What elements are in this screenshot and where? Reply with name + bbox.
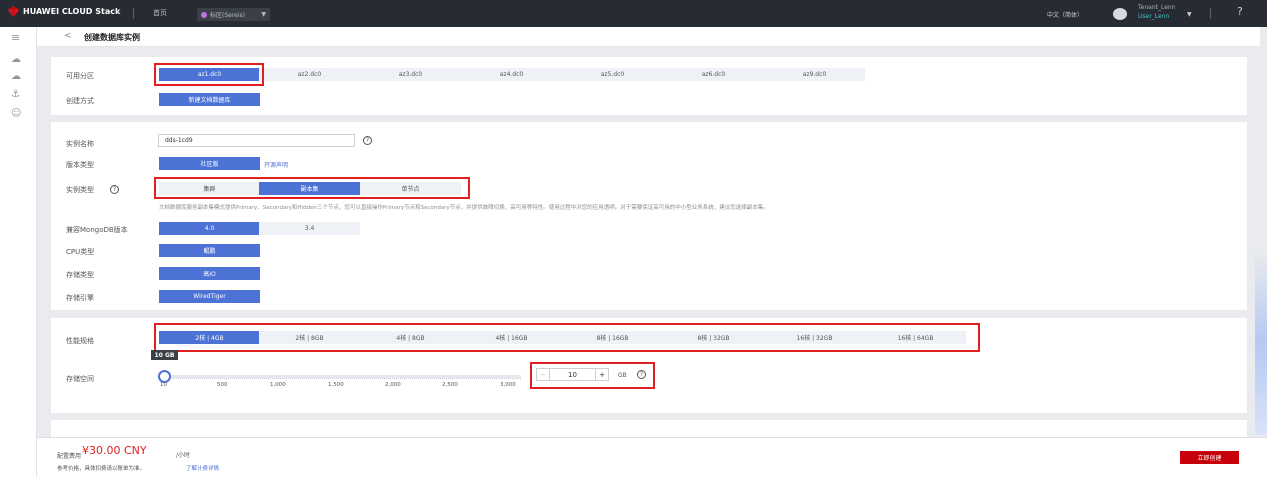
storage-label: 存储空间 xyxy=(66,375,94,383)
storage-tooltip: 10 GB xyxy=(151,350,178,360)
fee-unit: /小时 xyxy=(176,452,191,459)
home-link[interactable]: 首页 xyxy=(153,8,167,18)
huawei-logo-icon xyxy=(8,6,19,17)
region-label: 标区(Sereis) xyxy=(210,12,246,19)
mongo-version-4-0[interactable]: 4.0 xyxy=(159,222,260,235)
language-selector[interactable]: 中文（简体） xyxy=(1047,10,1083,19)
slider-tick: 1,000 xyxy=(270,382,286,388)
mongo-version-label: 兼容MongoDB版本 xyxy=(66,226,128,234)
highlight-instance-type xyxy=(154,177,470,199)
instance-name-input[interactable]: dds-1cd9 xyxy=(158,134,355,147)
storage-engine-option[interactable]: WiredTiger xyxy=(159,290,260,303)
back-button[interactable]: < xyxy=(64,31,72,41)
zone-label: 可用分区 xyxy=(66,72,94,80)
storage-type-label: 存储类型 xyxy=(66,271,94,279)
avatar[interactable] xyxy=(1113,8,1127,20)
zone-option-az3[interactable]: az3.dc0 xyxy=(360,68,461,81)
instance-card xyxy=(51,122,1247,310)
instance-name-label: 实例名称 xyxy=(66,140,94,148)
user-menu[interactable]: Tenant_Lenn User_Lenn xyxy=(1138,3,1176,21)
instance-type-label: 实例类型 xyxy=(66,186,94,194)
zone-option-az5[interactable]: az5.dc0 xyxy=(562,68,663,81)
slider-tick: 500 xyxy=(217,382,228,388)
create-method-label: 创建方式 xyxy=(66,97,94,105)
cloud-outline-icon[interactable]: ☁ xyxy=(11,72,21,82)
fee-value: ¥30.00 CNY xyxy=(82,444,147,457)
menu-icon[interactable]: ≡ xyxy=(11,32,20,43)
open-source-link[interactable]: 开源声明 xyxy=(264,160,288,169)
slider-tick: 2,500 xyxy=(442,382,458,388)
help-icon[interactable]: ? xyxy=(363,136,372,145)
help-icon[interactable]: ? xyxy=(110,185,119,194)
storage-engine-label: 存储引擎 xyxy=(66,294,94,302)
zone-option-az4[interactable]: az4.dc0 xyxy=(461,68,562,81)
mongo-version-3-4[interactable]: 3.4 xyxy=(259,222,360,235)
highlight-storage xyxy=(530,362,655,389)
create-now-button[interactable]: 立即创建 xyxy=(1180,451,1239,464)
user-name: User_Lenn xyxy=(1138,13,1170,20)
left-sidebar: ≡ ☁ ☁ ⚓ ☺ xyxy=(0,27,37,477)
slider-tick: 2,000 xyxy=(385,382,401,388)
footer-bar xyxy=(37,437,1267,477)
highlight-zone xyxy=(154,63,264,86)
background-decoration xyxy=(1255,250,1267,435)
chevron-down-icon: ▼ xyxy=(261,11,266,18)
region-icon xyxy=(201,11,207,18)
region-selector[interactable]: 标区(Sereis) ▼ xyxy=(197,8,270,21)
cpu-type-option[interactable]: 鲲鹏 xyxy=(159,244,260,257)
next-card xyxy=(51,420,1247,437)
version-type-label: 版本类型 xyxy=(66,161,94,169)
chevron-down-icon[interactable]: ▼ xyxy=(1187,11,1192,18)
version-type-option[interactable]: 社区版 xyxy=(159,157,260,170)
pricing-details-link[interactable]: 了解计费详情 xyxy=(186,464,219,472)
tenant-name: Tenant_Lenn xyxy=(1138,4,1176,11)
storage-slider-ticks xyxy=(163,378,521,381)
page-title: 创建数据库实例 xyxy=(84,33,140,42)
header-divider xyxy=(133,8,134,19)
smile-icon[interactable]: ☺ xyxy=(11,109,21,119)
storage-type-option[interactable]: 高IO xyxy=(159,267,260,280)
page-header: < 创建数据库实例 xyxy=(37,27,1260,47)
zone-option-az6[interactable]: az6.dc0 xyxy=(663,68,764,81)
cpu-type-label: CPU类型 xyxy=(66,248,95,256)
fee-label: 配置费用 xyxy=(57,453,82,460)
spec-label: 性能规格 xyxy=(66,337,94,345)
fee-note: 参考价格，具体扣费请以账单为准。 xyxy=(57,466,146,472)
cloud-icon[interactable]: ☁ xyxy=(11,55,21,65)
create-method-option[interactable]: 新建文档数据库 xyxy=(159,93,260,106)
header-divider xyxy=(1210,8,1211,19)
zone-option-az2[interactable]: az2.dc0 xyxy=(259,68,360,81)
top-bar: HUAWEI CLOUD Stack 首页 标区(Sereis) ▼ 中文（简体… xyxy=(0,0,1267,27)
slider-tick: 10 xyxy=(160,382,167,388)
highlight-spec xyxy=(154,323,980,352)
anchor-icon[interactable]: ⚓ xyxy=(11,90,20,100)
slider-tick: 1,500 xyxy=(328,382,344,388)
instance-type-description: 文档数据库服务副本集模式提供Primary、Secondary和Hidden三个… xyxy=(159,205,769,211)
brand-name: HUAWEI CLOUD Stack xyxy=(23,7,121,16)
help-icon[interactable]: ? xyxy=(1237,5,1243,18)
slider-tick: 3,000 xyxy=(500,382,516,388)
zone-option-az9[interactable]: az9.dc0 xyxy=(764,68,865,81)
